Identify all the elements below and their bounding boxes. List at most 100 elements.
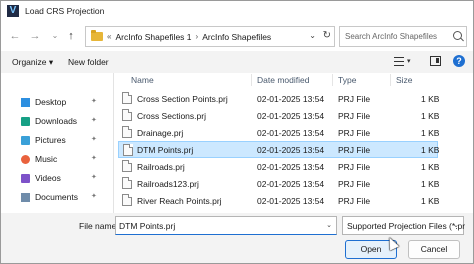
- sidebar-item-label: Downloads: [35, 116, 78, 126]
- file-size: 1 KB: [421, 145, 440, 155]
- sidebar-item-desktop[interactable]: Desktop ✦: [21, 95, 101, 109]
- forward-arrow-icon[interactable]: →: [28, 29, 42, 43]
- pin-icon: ✦: [91, 174, 97, 181]
- dialog-footer: File name: DTM Points.prj ⌄ Supported Pr…: [1, 213, 473, 263]
- file-icon: [122, 160, 132, 172]
- command-bar: Organize ▾ New folder ▾ ?: [1, 51, 473, 73]
- pin-icon: ✦: [91, 117, 97, 124]
- folder-icon: [91, 30, 103, 41]
- sidebar-item-music[interactable]: Music ✦: [21, 152, 101, 166]
- preview-pane-icon[interactable]: [430, 56, 441, 66]
- file-date: 02-01-2025 13:54: [257, 196, 325, 206]
- sidebar-item-label: Desktop: [35, 97, 67, 107]
- file-name: DTM Points.prj: [137, 145, 194, 155]
- sidebar-item-label: Videos: [35, 173, 61, 183]
- file-name-field[interactable]: DTM Points.prj ⌄: [115, 216, 337, 235]
- file-size: 1 KB: [421, 196, 440, 206]
- table-row[interactable]: Railroads123.prj 02-01-2025 13:54 PRJ Fi…: [118, 175, 440, 192]
- file-type: PRJ File: [338, 111, 371, 121]
- file-type: PRJ File: [338, 128, 371, 138]
- file-date: 02-01-2025 13:54: [257, 179, 325, 189]
- table-row-selected[interactable]: DTM Points.prj 02-01-2025 13:54 PRJ File…: [118, 141, 440, 158]
- column-header-type[interactable]: Type: [338, 75, 356, 85]
- sidebar-item-videos[interactable]: Videos ✦: [21, 171, 101, 185]
- breadcrumb-arcinfo-shapefiles[interactable]: ArcInfo Shapefiles: [202, 32, 271, 42]
- documents-icon: [21, 192, 30, 202]
- column-header-name[interactable]: Name: [131, 75, 154, 85]
- breadcrumb-arcinfo-shapefiles-1[interactable]: ArcInfo Shapefiles 1: [115, 32, 191, 42]
- table-row[interactable]: River Reach Points.prj 02-01-2025 13:54 …: [118, 192, 440, 209]
- file-date: 02-01-2025 13:54: [257, 94, 325, 104]
- help-icon[interactable]: ?: [453, 55, 465, 67]
- sidebar-item-documents[interactable]: Documents ✦: [21, 190, 101, 204]
- dialog-window: V Load CRS Projection ← → ⌄ ↑ « ArcInfo …: [0, 0, 474, 264]
- file-name: Cross Sections.prj: [137, 111, 206, 121]
- refresh-icon[interactable]: ↻: [323, 30, 331, 41]
- column-header-date-modified[interactable]: Date modified: [257, 75, 309, 85]
- pin-icon: ✦: [91, 193, 97, 200]
- pin-icon: ✦: [91, 155, 97, 162]
- cancel-button[interactable]: Cancel: [408, 240, 460, 259]
- column-header-size[interactable]: Size: [396, 75, 413, 85]
- new-folder-button[interactable]: New folder: [68, 57, 109, 67]
- file-type: PRJ File: [338, 162, 371, 172]
- videos-icon: [21, 173, 30, 183]
- address-bar[interactable]: « ArcInfo Shapefiles 1 › ArcInfo Shapefi…: [85, 26, 335, 47]
- chevron-down-icon[interactable]: ⌄: [326, 221, 332, 229]
- window-title: Load CRS Projection: [25, 6, 105, 16]
- pin-icon: ✦: [91, 98, 97, 105]
- sidebar-item-label: Music: [35, 154, 58, 164]
- search-icon: [453, 31, 462, 40]
- vertical-scrollbar[interactable]: [463, 73, 473, 213]
- column-divider[interactable]: [390, 74, 391, 86]
- file-icon: [122, 92, 132, 104]
- sidebar-item-label: Documents: [35, 192, 78, 202]
- table-row[interactable]: Cross Sections.prj 02-01-2025 13:54 PRJ …: [118, 107, 440, 124]
- file-size: 1 KB: [421, 111, 440, 121]
- file-size: 1 KB: [421, 128, 440, 138]
- search-input[interactable]: Search ArcInfo Shapefiles: [339, 26, 467, 47]
- up-arrow-icon[interactable]: ↑: [64, 29, 78, 43]
- table-row[interactable]: Railroads.prj 02-01-2025 13:54 PRJ File …: [118, 158, 440, 175]
- column-divider[interactable]: [251, 74, 252, 86]
- sidebar-item-label: Pictures: [35, 135, 66, 145]
- organize-button[interactable]: Organize ▾: [12, 57, 53, 68]
- table-row[interactable]: Drainage.prj 02-01-2025 13:54 PRJ File 1…: [118, 124, 440, 141]
- file-icon: [122, 109, 132, 121]
- file-name: River Reach Points.prj: [137, 196, 222, 206]
- file-type-filter-value: Supported Projection Files (*.pr: [347, 221, 466, 231]
- back-arrow-icon[interactable]: ←: [8, 29, 22, 43]
- file-size: 1 KB: [421, 179, 440, 189]
- file-list: Name ^ Date modified Type Size Cross Sec…: [114, 73, 473, 213]
- file-icon: [122, 177, 132, 189]
- address-dropdown-icon[interactable]: ⌄: [309, 31, 316, 40]
- file-name: Railroads.prj: [137, 162, 185, 172]
- file-type: PRJ File: [338, 94, 371, 104]
- navigation-pane: Desktop ✦ Downloads ✦ Pictures ✦ Music ✦…: [1, 73, 113, 213]
- file-icon: [123, 144, 133, 156]
- file-size: 1 KB: [421, 94, 440, 104]
- pin-icon: ✦: [91, 136, 97, 143]
- column-divider[interactable]: [332, 74, 333, 86]
- desktop-icon: [21, 97, 30, 107]
- recent-locations-chevron-icon[interactable]: ⌄: [48, 29, 62, 43]
- chevron-down-icon[interactable]: ⌄: [453, 221, 459, 229]
- view-options-icon[interactable]: [394, 57, 404, 66]
- title-bar: V Load CRS Projection: [1, 1, 473, 21]
- sidebar-item-downloads[interactable]: Downloads ✦: [21, 114, 101, 128]
- sidebar-item-pictures[interactable]: Pictures ✦: [21, 133, 101, 147]
- app-icon: V: [7, 5, 19, 17]
- column-header-row: Name ^ Date modified Type Size: [114, 73, 473, 87]
- file-type: PRJ File: [338, 196, 371, 206]
- crumb-chevron-icon[interactable]: ›: [196, 32, 199, 41]
- file-date: 02-01-2025 13:54: [257, 145, 325, 155]
- table-row[interactable]: Cross Section Points.prj 02-01-2025 13:5…: [118, 90, 440, 107]
- file-type-filter-select[interactable]: Supported Projection Files (*.pr ⌄: [342, 216, 466, 235]
- crumb-overflow-icon[interactable]: «: [107, 32, 111, 41]
- file-size: 1 KB: [421, 162, 440, 172]
- file-name-label: File name:: [79, 221, 119, 231]
- file-date: 02-01-2025 13:54: [257, 111, 325, 121]
- file-type: PRJ File: [338, 179, 371, 189]
- view-options-dropdown-icon[interactable]: ▾: [407, 57, 411, 65]
- music-icon: [21, 154, 30, 164]
